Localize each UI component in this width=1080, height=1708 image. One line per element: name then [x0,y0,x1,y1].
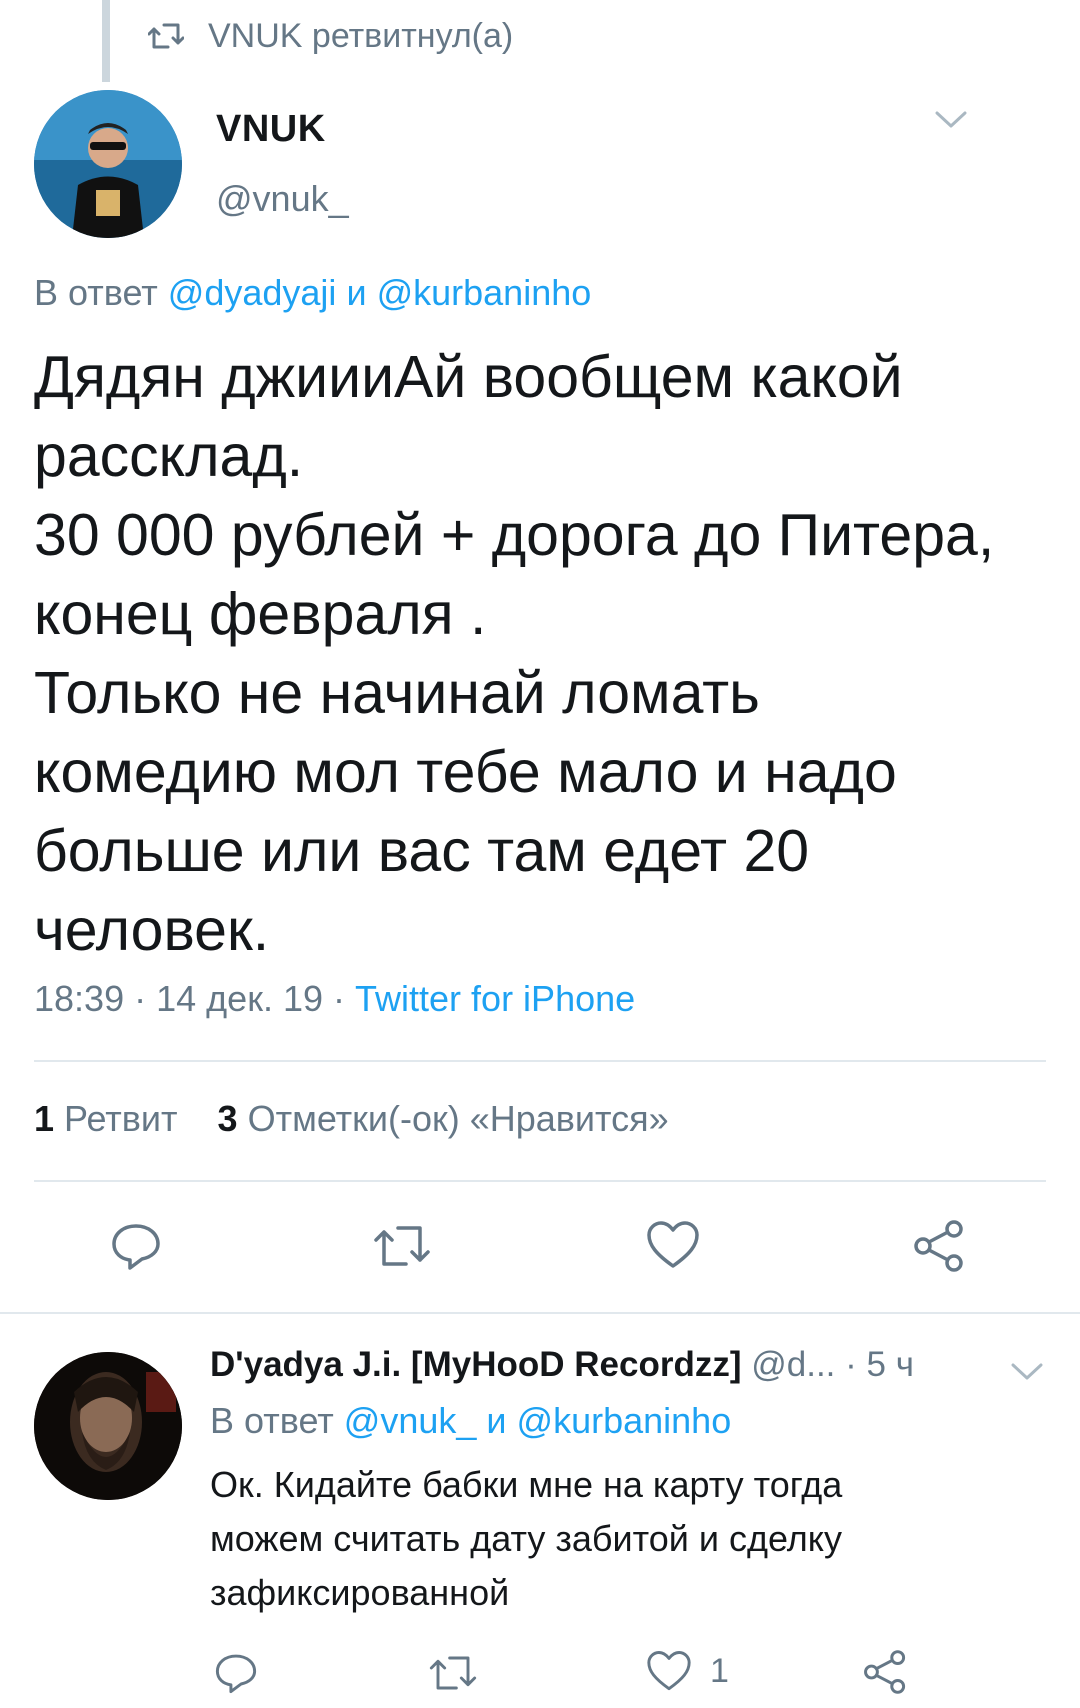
share-button[interactable] [912,1220,966,1272]
mention-link[interactable]: @vnuk_ [344,1400,477,1441]
meta-separator: · [333,978,346,1019]
avatar-dyadya-image [34,1352,182,1500]
avatar[interactable] [34,90,182,238]
retweet-icon [374,1226,430,1266]
like-count: 1 [710,1651,729,1690]
reply-display-name[interactable]: D'yadya J.i. [MyHooD Recordzz] [210,1345,741,1384]
like-count: 3 [217,1098,238,1139]
reply-icon [112,1224,160,1270]
share-button[interactable] [862,1650,908,1694]
tweet-stats: 1 Ретвит 3 Отметки(-ок) «Нравится» [34,1098,669,1140]
reply-text-line: зафиксированной [210,1572,510,1613]
tweet-meta: 18:39 · 14 дек. 19 · Twitter for iPhone [34,978,635,1020]
share-icon [864,1650,906,1694]
mention-link[interactable]: @dyadyaji [168,272,337,313]
tweet-text-line: больше или вас там едет 20 [34,818,810,884]
avatar[interactable] [34,1352,182,1500]
reply-button[interactable] [110,1222,162,1270]
share-icon [914,1220,963,1272]
reply-prefix: В ответ [34,272,158,313]
like-icon [647,1221,699,1268]
thread-connector-line [102,0,110,82]
tweet-text-line: конец февраля . [34,581,487,647]
chevron-down-icon[interactable] [934,110,968,130]
reply-header: D'yadya J.i. [MyHooD Recordzz] @d... · 5… [210,1345,914,1385]
display-name[interactable]: VNUK [216,108,326,151]
retweet-icon [429,1656,477,1690]
like-stat[interactable]: 3 Отметки(-ок) «Нравится» [218,1098,669,1139]
reply-handle[interactable]: @d... [751,1345,835,1384]
like-button[interactable] [646,1220,700,1270]
like-button[interactable]: 1 [646,1650,729,1692]
tweet-date: 14 дек. 19 [156,978,323,1019]
like-label: Отметки(-ок) «Нравится» [247,1098,669,1139]
reply-to-line: В ответ @vnuk_ и @kurbaninho [210,1400,731,1442]
reply-separator: · [845,1345,857,1384]
tweet-text-line: комедию мол тебе мало и надо [34,739,897,805]
tweet-text: Дядян джиииАй вообщем какой рассклад. 30… [34,338,1044,970]
reply-icon [215,1654,257,1694]
divider [34,1180,1046,1182]
retweet-button[interactable] [428,1654,478,1692]
mention-link[interactable]: @kurbaninho [517,1400,732,1441]
reply-text-line: Ок. Кидайте бабки мне на карту тогда [210,1464,843,1505]
retweet-stat[interactable]: 1 Ретвит [34,1098,178,1139]
mention-conjunction[interactable]: и [346,272,366,313]
mention-conjunction[interactable]: и [486,1400,506,1441]
retweet-button[interactable] [372,1224,432,1268]
meta-separator: · [134,978,147,1019]
reply-prefix: В ответ [210,1400,334,1441]
retweet-context[interactable]: VNUK ретвитнул(а) [148,14,513,58]
reply-tweet-text: Ок. Кидайте бабки мне на карту тогда мож… [210,1458,1050,1620]
user-handle[interactable]: @vnuk_ [216,178,349,220]
retweet-count: 1 [34,1098,55,1139]
like-icon [647,1651,691,1691]
reply-text-line: можем считать дату забитой и сделку [210,1518,842,1559]
retweet-icon [148,23,184,49]
reply-time[interactable]: 5 ч [867,1345,914,1384]
tweet-text-line: Дядян джиииАй вообщем какой [34,344,903,410]
tweet-source-link[interactable]: Twitter for iPhone [355,978,635,1019]
retweet-label: Ретвит [64,1098,178,1139]
retweet-context-text: VNUK ретвитнул(а) [208,16,514,55]
chevron-down-icon[interactable] [1010,1362,1044,1382]
reply-button[interactable] [214,1652,258,1694]
divider [34,1060,1046,1062]
avatar-vnuk-image [34,90,182,238]
reply-to-line: В ответ @dyadyaji и @kurbaninho [34,272,591,314]
tweet-text-line: Только не начинай ломать [34,660,760,726]
tweet-text-line: человек. [34,897,270,963]
divider [0,1312,1080,1314]
tweet-text-line: рассклад. [34,423,304,489]
tweet-time: 18:39 [34,978,125,1019]
mention-link[interactable]: @kurbaninho [377,272,592,313]
tweet-text-line: 30 000 рублей + дорога до Питера, [34,502,995,568]
